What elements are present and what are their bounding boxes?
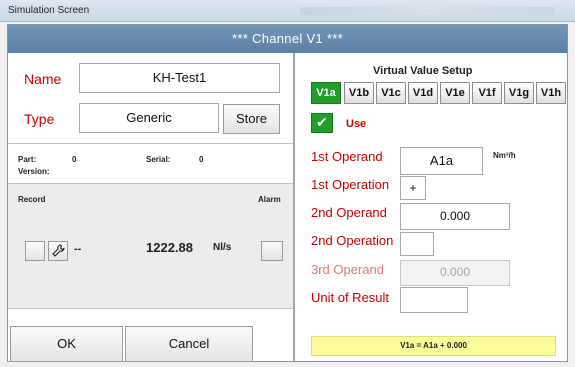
- channel-header: *** Channel V1 ***: [8, 25, 567, 53]
- unit-of-result-field[interactable]: [400, 287, 468, 313]
- operand1-field[interactable]: A1a: [400, 147, 483, 175]
- use-checkbox[interactable]: ✔: [311, 113, 333, 133]
- operand2-label: 2nd Operand: [311, 205, 387, 220]
- checkmark-icon: ✔: [316, 114, 328, 130]
- operand1-label: 1st Operand: [311, 149, 383, 164]
- serial-value: 0: [199, 155, 204, 164]
- divider: [8, 308, 293, 309]
- window-titlebar: Simulation Screen: [0, 0, 575, 22]
- type-label: Type: [24, 111, 55, 127]
- alarm-label: Alarm: [258, 195, 281, 204]
- operation2-field[interactable]: [400, 232, 434, 256]
- tab-v1b[interactable]: V1b: [344, 82, 374, 104]
- wrench-icon: [52, 244, 65, 257]
- cancel-button[interactable]: Cancel: [125, 326, 253, 362]
- record-button[interactable]: [25, 241, 45, 261]
- operand3-label: 3rd Operand: [311, 262, 384, 277]
- ok-button[interactable]: OK: [10, 326, 123, 362]
- virtual-value-setup-title: Virtual Value Setup: [373, 65, 473, 77]
- panel-divider: [293, 53, 295, 361]
- tab-v1h[interactable]: V1h: [536, 82, 566, 104]
- tab-v1g[interactable]: V1g: [504, 82, 534, 104]
- tab-v1d[interactable]: V1d: [408, 82, 438, 104]
- formula-display: V1a = A1a + 0.000: [311, 336, 556, 356]
- tab-v1c[interactable]: V1c: [376, 82, 406, 104]
- operation1-field[interactable]: +: [400, 176, 426, 200]
- store-button[interactable]: Store: [223, 104, 280, 134]
- divider: [8, 143, 293, 144]
- part-value: 0: [72, 155, 77, 164]
- name-label: Name: [24, 71, 62, 87]
- unit-of-result-label: Unit of Result: [311, 290, 390, 305]
- part-label: Part:: [18, 155, 37, 164]
- measure-unit: Nl/s: [213, 242, 232, 253]
- serial-label: Serial:: [146, 155, 171, 164]
- type-field[interactable]: Generic: [79, 103, 219, 133]
- titlebar-background-decoration: [300, 7, 555, 15]
- tab-v1a[interactable]: V1a: [311, 82, 341, 104]
- operation1-label: 1st Operation: [311, 177, 390, 192]
- name-field[interactable]: KH-Test1: [79, 63, 280, 93]
- tab-v1e[interactable]: V1e: [440, 82, 470, 104]
- alarm-button[interactable]: [261, 241, 283, 261]
- tab-v1f[interactable]: V1f: [472, 82, 502, 104]
- window-title: Simulation Screen: [8, 5, 90, 16]
- operand3-field: 0.000: [400, 260, 510, 286]
- use-label: Use: [346, 118, 367, 130]
- simulation-window: *** Channel V1 *** Name KH-Test1 Type Ge…: [7, 24, 568, 362]
- measure-dash: --: [74, 243, 82, 255]
- record-label: Record: [18, 195, 46, 204]
- operation2-label: 2nd Operation: [311, 233, 394, 248]
- wrench-button[interactable]: [48, 241, 68, 261]
- operand1-unit: Nm³/h: [493, 151, 516, 160]
- measure-value: 1222.88: [146, 240, 193, 255]
- version-label: Version:: [18, 167, 50, 176]
- operand2-field[interactable]: 0.000: [400, 203, 510, 230]
